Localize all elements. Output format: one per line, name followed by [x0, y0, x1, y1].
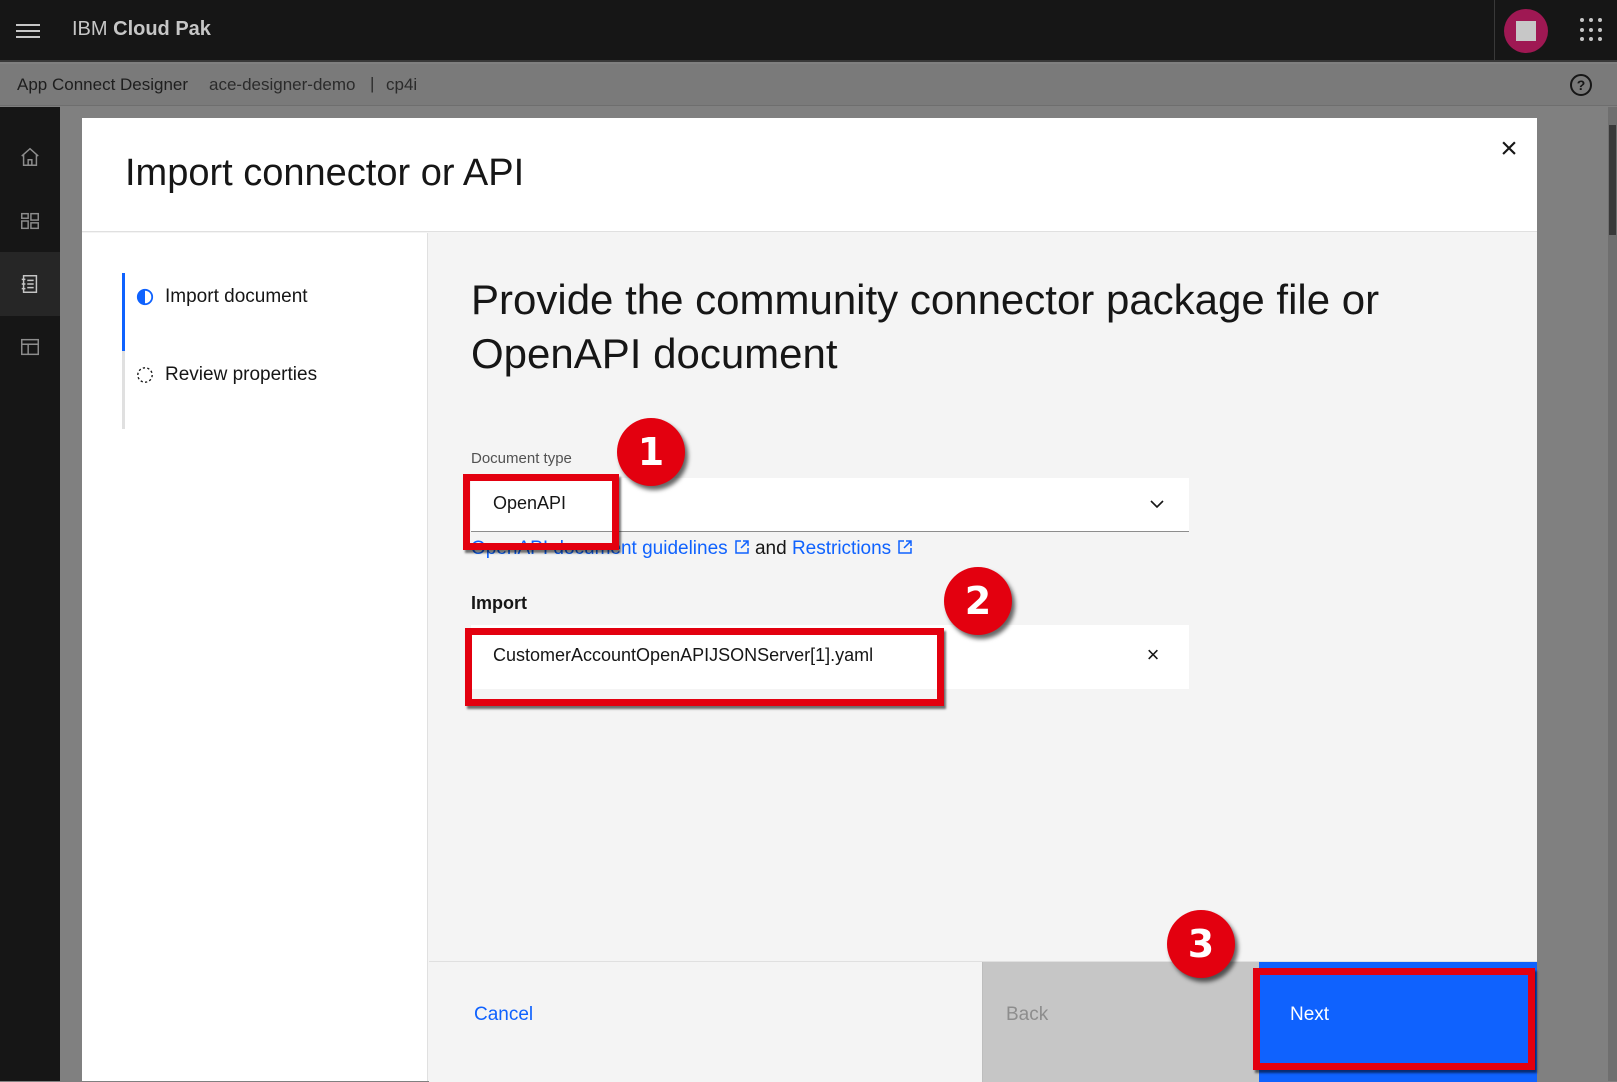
- step-import-document[interactable]: Import document: [122, 273, 412, 351]
- step-label: Import document: [165, 286, 308, 307]
- back-label: Back: [1006, 1004, 1049, 1025]
- templates-icon[interactable]: [0, 315, 60, 379]
- restrictions-link[interactable]: Restrictions: [792, 538, 913, 559]
- step-bar: [122, 351, 125, 429]
- cancel-button[interactable]: Cancel: [429, 962, 983, 1082]
- external-link-icon: [734, 540, 749, 554]
- annotation-box-next: [1253, 968, 1535, 1070]
- brand-prefix: IBM: [72, 18, 108, 40]
- import-modal: Import connector or API × Import documen…: [82, 118, 1537, 1082]
- annotation-badge-3: 3: [1167, 910, 1235, 978]
- close-icon[interactable]: ×: [1492, 132, 1526, 166]
- top-header: IBM Cloud Pak: [0, 0, 1617, 62]
- chevron-down-icon: [1150, 500, 1164, 509]
- links-and: and: [754, 538, 787, 559]
- annotation-box-document-type: [463, 474, 619, 550]
- dashboard-icon[interactable]: [0, 189, 60, 253]
- page-heading: Provide the community connector package …: [471, 276, 1380, 377]
- modal-header: Import connector or API ×: [82, 118, 1537, 232]
- remove-file-icon[interactable]: ×: [1141, 643, 1165, 667]
- brand-name: Cloud Pak: [113, 18, 211, 40]
- breadcrumb-separator: |: [370, 74, 375, 93]
- instance-name: ace-designer-demo: [209, 75, 356, 94]
- help-icon[interactable]: ?: [1570, 74, 1592, 96]
- user-avatar-button[interactable]: [1494, 0, 1556, 62]
- back-button[interactable]: Back: [982, 962, 1259, 1082]
- annotation-badge-2: 2: [944, 567, 1012, 635]
- step-current-icon: [136, 288, 154, 306]
- page-scrollbar[interactable]: [1608, 107, 1617, 1081]
- side-rail: [0, 107, 60, 1081]
- brand-title: IBM Cloud Pak: [72, 18, 211, 41]
- home-icon[interactable]: [0, 125, 60, 189]
- step-incomplete-icon: [137, 367, 153, 383]
- step-review-properties[interactable]: Review properties: [122, 351, 412, 429]
- annotation-badge-1: 1: [617, 418, 685, 486]
- breadcrumb: App Connect Designer ace-designer-demo |…: [0, 64, 1617, 106]
- annotation-box-import-file: [465, 628, 944, 706]
- import-label: Import: [471, 593, 527, 613]
- menu-icon[interactable]: [10, 14, 46, 48]
- app-switcher-icon[interactable]: [1580, 18, 1604, 42]
- step-bar: [122, 273, 125, 351]
- step-label: Review properties: [165, 364, 318, 385]
- document-type-label: Document type: [471, 450, 572, 467]
- avatar: [1503, 9, 1548, 53]
- modal-title: Import connector or API: [125, 152, 525, 194]
- restrictions-link-text: Restrictions: [791, 538, 892, 559]
- namespace-name: cp4i: [386, 75, 418, 94]
- app-name: App Connect Designer: [17, 75, 189, 94]
- external-link-icon: [898, 540, 912, 554]
- progress-indicator: Import document Review properties: [82, 233, 428, 1081]
- cancel-label: Cancel: [474, 1004, 534, 1025]
- catalog-icon[interactable]: [0, 252, 60, 316]
